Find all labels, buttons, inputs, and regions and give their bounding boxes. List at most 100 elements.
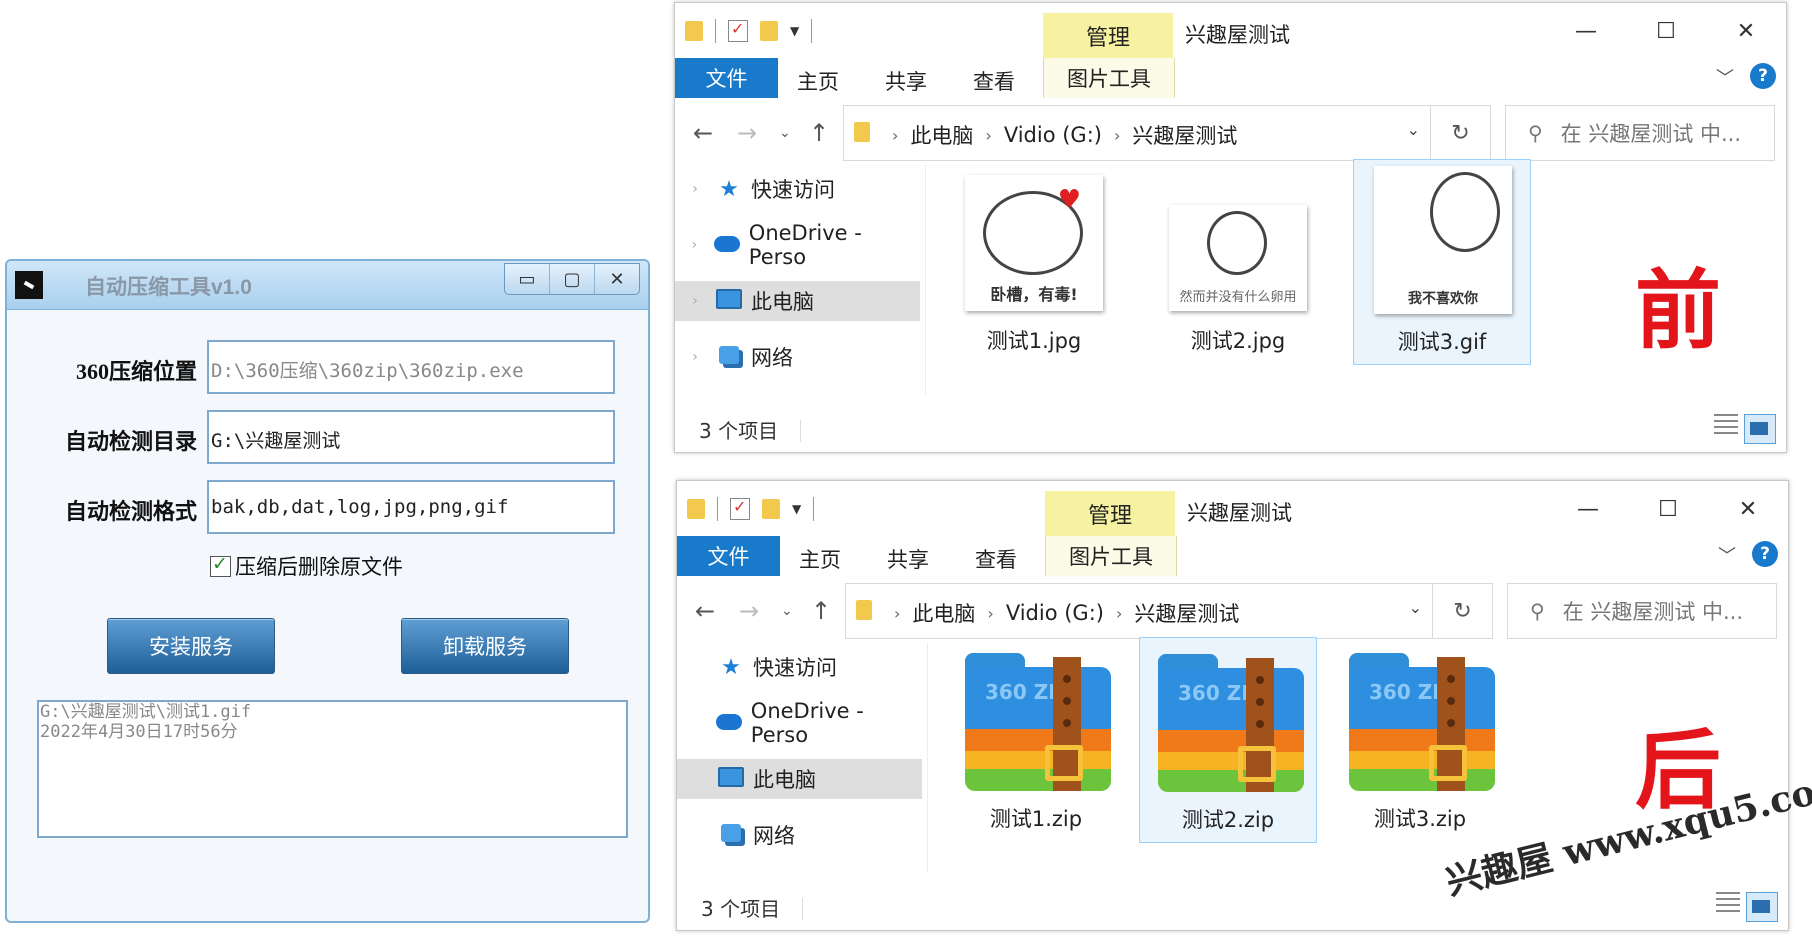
- tool-minimize-button[interactable]: ▭: [505, 264, 549, 294]
- recent-dropdown-icon[interactable]: ⌄: [781, 603, 793, 619]
- chevron-right-icon[interactable]: ›: [1116, 604, 1122, 623]
- sidebar-label: 此电脑: [751, 290, 814, 314]
- chevron-right-icon[interactable]: ›: [985, 126, 991, 145]
- tab-view[interactable]: 查看: [973, 66, 1015, 96]
- zip-path-label: 360压缩位置: [75, 359, 197, 384]
- chevron-right-icon[interactable]: ›: [1114, 126, 1120, 145]
- watch-dir-input[interactable]: G:\兴趣屋测试: [207, 410, 615, 464]
- sidebar-item-onedrive[interactable]: OneDrive - Perso: [677, 699, 922, 747]
- delete-original-checkbox[interactable]: 压缩后删除原文件: [210, 551, 403, 581]
- close-button[interactable]: ✕: [1706, 3, 1786, 59]
- sidebar-item-network[interactable]: 网络: [677, 815, 922, 855]
- watch-format-label: 自动检测格式: [64, 499, 197, 524]
- breadcrumb-this-pc[interactable]: 此电脑: [912, 598, 975, 628]
- maximize-button[interactable]: ☐: [1628, 481, 1708, 537]
- back-arrow-icon[interactable]: ←: [695, 597, 715, 625]
- back-arrow-icon[interactable]: ←: [693, 119, 713, 147]
- recent-dropdown-icon[interactable]: ⌄: [779, 125, 791, 141]
- details-view-icon[interactable]: [1716, 892, 1740, 914]
- up-arrow-icon[interactable]: ↑: [811, 597, 831, 625]
- address-bar[interactable]: › 此电脑 › Vidio (G:) › 兴趣屋测试 ⌄: [843, 105, 1431, 161]
- help-icon[interactable]: ?: [1752, 541, 1778, 567]
- chevron-right-icon[interactable]: ›: [675, 181, 715, 197]
- large-icons-view-icon[interactable]: [1744, 414, 1776, 444]
- sidebar-label: OneDrive - Perso: [748, 221, 862, 269]
- view-buttons: [1716, 892, 1778, 922]
- address-dropdown-icon[interactable]: ⌄: [1409, 598, 1422, 617]
- forward-arrow-icon[interactable]: →: [739, 597, 759, 625]
- tab-home[interactable]: 主页: [797, 66, 839, 96]
- breadcrumb-folder[interactable]: 兴趣屋测试: [1134, 598, 1239, 628]
- tab-file[interactable]: 文件: [677, 536, 780, 576]
- forward-arrow-icon[interactable]: →: [737, 119, 757, 147]
- navigation-pane: ★ 快速访问 OneDrive - Perso 此电脑 网络: [677, 643, 928, 873]
- log-textarea[interactable]: G:\兴趣屋测试\测试1.gif 2022年4月30日17时56分: [37, 700, 628, 838]
- file-item[interactable]: 然而并没有什么卵用 测试2.jpg: [1149, 165, 1327, 365]
- folder-icon: [685, 21, 703, 41]
- new-folder-icon[interactable]: [762, 499, 780, 519]
- breadcrumb-folder[interactable]: 兴趣屋测试: [1132, 120, 1237, 150]
- sidebar-item-onedrive[interactable]: › OneDrive - Perso: [675, 221, 920, 269]
- tab-file[interactable]: 文件: [675, 58, 778, 98]
- checkbox-checked-icon[interactable]: [210, 553, 231, 577]
- sidebar-item-this-pc[interactable]: 此电脑: [677, 759, 922, 799]
- file-item[interactable]: ♥ 卧槽，有毒! 测试1.jpg: [945, 165, 1123, 365]
- chevron-right-icon[interactable]: ›: [987, 604, 993, 623]
- quick-access-toolbar: ▼: [685, 19, 813, 43]
- tool-close-button[interactable]: ✕: [594, 264, 639, 294]
- tab-picture-tools[interactable]: 图片工具: [1043, 58, 1175, 98]
- breadcrumb-this-pc[interactable]: 此电脑: [910, 120, 973, 150]
- chevron-right-icon[interactable]: ›: [675, 237, 714, 253]
- file-item[interactable]: 360 ZIP 测试1.zip: [947, 643, 1125, 843]
- tab-picture-tools[interactable]: 图片工具: [1045, 536, 1177, 576]
- up-arrow-icon[interactable]: ↑: [809, 119, 829, 147]
- manage-tab[interactable]: 管理: [1043, 13, 1173, 58]
- expand-ribbon-icon[interactable]: ﹀: [1716, 64, 1734, 90]
- sidebar-item-this-pc[interactable]: › 此电脑: [675, 281, 920, 321]
- new-folder-icon[interactable]: [760, 21, 778, 41]
- manage-tab[interactable]: 管理: [1045, 491, 1175, 536]
- refresh-icon[interactable]: ↻: [1433, 583, 1493, 639]
- refresh-icon[interactable]: ↻: [1431, 105, 1491, 161]
- chevron-right-icon[interactable]: ›: [675, 349, 715, 365]
- app-icon: [15, 271, 43, 299]
- sidebar-item-quick-access[interactable]: ★ 快速访问: [677, 647, 922, 687]
- zip-path-input[interactable]: D:\360压缩\360zip\360zip.exe: [207, 340, 615, 394]
- install-service-button[interactable]: 安装服务: [107, 618, 275, 674]
- properties-check-icon[interactable]: [728, 19, 748, 42]
- address-bar[interactable]: › 此电脑 › Vidio (G:) › 兴趣屋测试 ⌄: [845, 583, 1433, 639]
- minimize-button[interactable]: —: [1546, 3, 1626, 59]
- tab-share[interactable]: 共享: [887, 544, 929, 574]
- close-button[interactable]: ✕: [1708, 481, 1788, 537]
- navigation-bar: ← → ⌄ ↑ › 此电脑 › Vidio (G:) › 兴趣屋测试 ⌄ ↻ ⚲…: [677, 583, 1788, 639]
- tab-home[interactable]: 主页: [799, 544, 841, 574]
- customize-dropdown-icon[interactable]: ▼: [792, 502, 801, 516]
- uninstall-service-button[interactable]: 卸载服务: [401, 618, 569, 674]
- customize-dropdown-icon[interactable]: ▼: [790, 24, 799, 38]
- sidebar-item-quick-access[interactable]: › ★ 快速访问: [675, 169, 920, 209]
- tab-share[interactable]: 共享: [885, 66, 927, 96]
- search-input[interactable]: ⚲ 在 兴趣屋测试 中...: [1505, 105, 1775, 161]
- expand-ribbon-icon[interactable]: ﹀: [1718, 542, 1736, 568]
- tool-title-bar[interactable]: 自动压缩工具v1.0 ▭ ▢ ✕: [7, 261, 648, 310]
- tab-view[interactable]: 查看: [975, 544, 1017, 574]
- breadcrumb-drive[interactable]: Vidio (G:): [1004, 123, 1102, 147]
- separator: [715, 19, 716, 43]
- details-view-icon[interactable]: [1714, 414, 1738, 436]
- properties-check-icon[interactable]: [730, 497, 750, 520]
- large-icons-view-icon[interactable]: [1746, 892, 1778, 922]
- watch-format-input[interactable]: bak,db,dat,log,jpg,png,gif: [207, 480, 615, 534]
- minimize-button[interactable]: —: [1548, 481, 1628, 537]
- chevron-right-icon[interactable]: ›: [675, 293, 715, 309]
- help-icon[interactable]: ?: [1750, 63, 1776, 89]
- address-dropdown-icon[interactable]: ⌄: [1407, 120, 1420, 139]
- file-item-selected[interactable]: 360 ZIP 测试2.zip: [1139, 637, 1317, 843]
- maximize-button[interactable]: ☐: [1626, 3, 1706, 59]
- file-item[interactable]: 360 ZIP 测试3.zip: [1331, 643, 1509, 843]
- file-item-selected[interactable]: 我不喜欢你 测试3.gif: [1353, 159, 1531, 365]
- sidebar-item-network[interactable]: › 网络: [675, 337, 920, 377]
- search-input[interactable]: ⚲ 在 兴趣屋测试 中...: [1507, 583, 1777, 639]
- sidebar-label: 网络: [751, 346, 793, 370]
- tool-maximize-button[interactable]: ▢: [549, 264, 594, 294]
- breadcrumb-drive[interactable]: Vidio (G:): [1006, 601, 1104, 625]
